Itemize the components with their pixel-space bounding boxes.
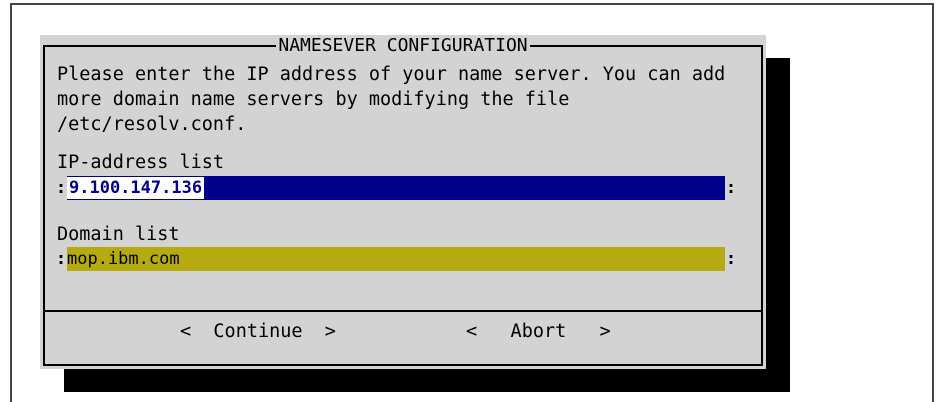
- ip-field-right-colon: :: [725, 178, 737, 198]
- ip-address-row: : 9.100.147.136 :: [55, 176, 737, 200]
- dialog-message: Please enter the IP address of your name…: [57, 64, 726, 135]
- abort-button[interactable]: < Abort >: [466, 318, 611, 346]
- dialog-title: NAMESEVER CONFIGURATION: [40, 35, 766, 56]
- domain-list-label: Domain list: [57, 224, 180, 245]
- nameserver-dialog: NAMESEVER CONFIGURATION Please enter the…: [40, 35, 766, 369]
- dialog-title-text: NAMESEVER CONFIGURATION: [276, 35, 530, 56]
- domain-field-right-colon: :: [725, 249, 737, 269]
- button-separator: [45, 310, 761, 312]
- continue-button[interactable]: < Continue >: [180, 318, 336, 346]
- domain-list-input[interactable]: [67, 247, 725, 271]
- ip-address-list-label: IP-address list: [57, 152, 225, 173]
- ip-address-input[interactable]: [67, 176, 725, 200]
- domain-field-left-colon: :: [55, 249, 67, 269]
- domain-row: : :: [55, 247, 737, 271]
- ip-field-left-colon: :: [55, 178, 67, 198]
